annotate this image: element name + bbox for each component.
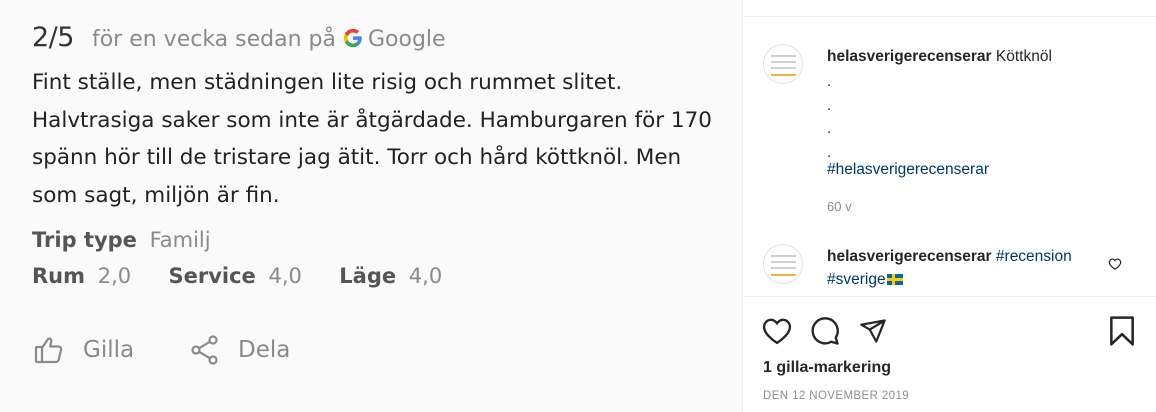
share-icon	[191, 335, 218, 365]
caption-dot: .	[827, 73, 832, 90]
heart-icon	[762, 318, 792, 345]
caption-text: Köttknöl	[995, 48, 1052, 65]
like-count[interactable]: 1 gilla-markering	[763, 359, 891, 377]
caption-time[interactable]: 60 v	[827, 199, 852, 214]
comment: helasverigerecenserar #recension #sverig…	[827, 245, 1097, 291]
trip-type-label: Trip type	[32, 228, 137, 252]
bookmark-icon	[1110, 316, 1134, 346]
top-divider	[743, 16, 1156, 17]
save-button[interactable]	[1108, 315, 1136, 352]
paper-plane-icon	[860, 319, 886, 343]
review-share-label: Dela	[238, 337, 291, 363]
rating-label-lage: Läge	[339, 264, 397, 288]
share-button[interactable]	[857, 315, 889, 347]
review-like-label: Gilla	[83, 337, 135, 363]
trip-type-value: Familj	[149, 228, 211, 252]
comment-icon	[811, 317, 839, 345]
ratings-row: Rum 2,0 Service 4,0 Läge 4,0	[32, 264, 442, 288]
rating-value-rum: 2,0	[97, 264, 132, 288]
review-time-source: för en vecka sedan på	[91, 27, 336, 52]
comment-username[interactable]: helasverigerecenserar	[827, 248, 992, 265]
google-g-icon	[342, 27, 364, 49]
comment-avatar[interactable]	[763, 244, 803, 284]
comment-hashtag-recension[interactable]: #recension	[996, 248, 1072, 265]
actions-divider	[743, 296, 1156, 297]
review-header: 2/5 för en vecka sedan på Google	[32, 22, 446, 53]
rating-label-service: Service	[168, 264, 256, 288]
swedish-flag-icon	[886, 274, 903, 285]
review-like-button: Gilla	[33, 334, 134, 366]
caption-username[interactable]: helasverigerecenserar	[827, 48, 992, 65]
post-side-panel: helasverigerecenserar Köttknöl . . . . #…	[742, 0, 1156, 412]
rating-label-rum: Rum	[32, 264, 86, 288]
comment-button[interactable]	[809, 315, 841, 347]
review-share-button: Dela	[190, 334, 290, 366]
like-button[interactable]	[761, 315, 793, 347]
review-text: Fint ställe, men städningen lite risig o…	[32, 70, 712, 208]
avatar[interactable]	[763, 44, 803, 84]
comment-hashtag-sverige[interactable]: #sverige	[827, 271, 886, 288]
thumbs-up-icon	[34, 337, 63, 364]
caption-dot: .	[827, 96, 832, 114]
caption: helasverigerecenserar Köttknöl	[827, 45, 1052, 68]
review-score: 2/5	[32, 22, 74, 53]
rating-value-service: 4,0	[268, 264, 302, 288]
review-image: 2/5 för en vecka sedan på Google Fint st…	[0, 0, 742, 412]
post-actions	[761, 315, 905, 347]
caption-hashtag[interactable]: #helasverigerecenserar	[827, 158, 989, 181]
trip-type-row: Trip type Familj	[32, 228, 211, 252]
rating-value-lage: 4,0	[408, 264, 443, 288]
caption-dots: . . . .	[827, 70, 831, 164]
comment-like-heart-icon[interactable]	[1108, 257, 1122, 271]
post-date: DEN 12 NOVEMBER 2019	[763, 390, 910, 402]
caption-dot: .	[827, 120, 832, 137]
google-label: Google	[367, 27, 446, 52]
